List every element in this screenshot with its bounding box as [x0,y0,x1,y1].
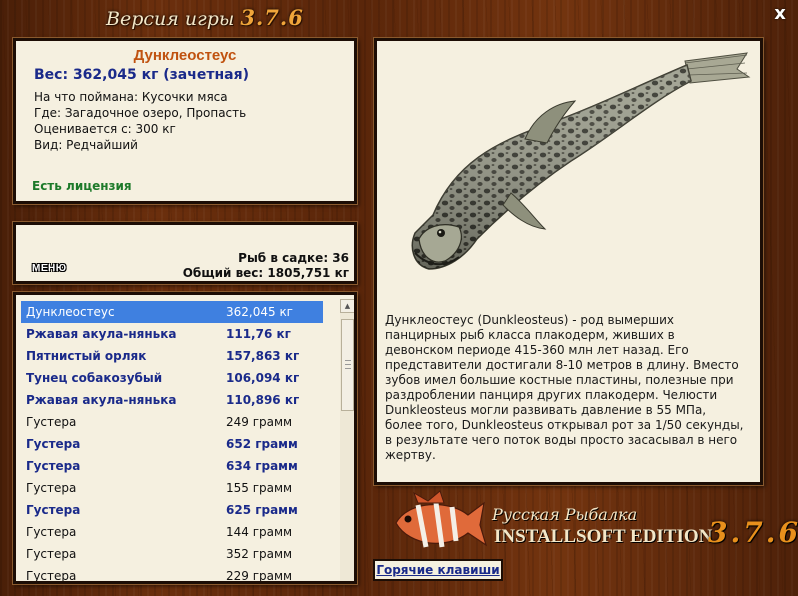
close-icon: x [774,3,786,24]
fish-count: Рыб в садке: 36 [238,251,349,265]
logo-fish-icon [395,490,488,548]
hotkeys-button[interactable]: Горячие клавиши [373,559,503,581]
catch-fish-weight: 249 грамм [226,415,293,429]
dunkleosteus-illustration [411,52,751,270]
catch-fish-weight: 229 грамм [226,569,293,583]
scroll-thumb[interactable] [341,319,354,411]
catch-fish-weight: 155 грамм [226,481,293,495]
fish-picture-panel: Дунклеостеус (Dunkleosteus) - род вымерш… [374,38,763,485]
logo-line1: Русская Рыбалка [492,505,638,524]
fish-info-panel: Дунклеостеус Вес: 362,045 кг (зачетная) … [13,38,357,204]
menu-button[interactable]: МЕНЮ [32,263,67,274]
catch-list-row[interactable]: Густера 352 грамм [21,543,323,565]
fish-bait: На что поймана: Кусочки мяса [34,90,228,104]
fish-value: Оценивается с: 300 кг [34,122,176,136]
fish-rarity: Вид: Редчайший [34,138,138,152]
fish-weight: Вес: 362,045 кг (зачетная) [34,67,249,83]
catch-fish-name: Густера [26,547,77,561]
catch-fish-name: Густера [26,481,77,495]
catch-fish-name: Густера [26,569,77,583]
catch-fish-name: Густера [26,459,81,473]
catch-list-row[interactable]: Густера 625 грамм [21,499,323,521]
window-title-text: Версия игры [106,8,235,30]
catch-fish-weight: 625 грамм [226,503,298,517]
fish-description: Дунклеостеус (Dunkleosteus) - род вымерш… [385,313,744,462]
catch-fish-weight: 652 грамм [226,437,298,451]
catch-fish-weight: 106,094 кг [226,371,300,385]
catch-fish-name: Густера [26,415,77,429]
catch-fish-weight: 111,76 кг [226,327,291,341]
catch-list-row[interactable]: Густера 229 грамм [21,565,323,583]
catch-list-row[interactable]: Густера 144 грамм [21,521,323,543]
scroll-up-icon[interactable]: ▲ [340,299,354,313]
catch-fish-name: Густера [26,437,81,451]
catch-list-row[interactable]: Пятнистый орляк 157,863 кг [21,345,323,367]
catch-fish-weight: 157,863 кг [226,349,300,363]
catch-list-row[interactable]: Тунец собакозубый 106,094 кг [21,367,323,389]
catch-fish-weight: 144 грамм [226,525,293,539]
catch-list-row[interactable]: Густера 634 грамм [21,455,323,477]
catch-list-row[interactable]: Густера 652 грамм [21,433,323,455]
window-title: Версия игры 3.7.6 [106,5,304,33]
catch-list-row[interactable]: Ржавая акула-нянька 111,76 кг [21,323,323,345]
catch-fish-weight: 634 грамм [226,459,298,473]
total-weight: Общий вес: 1805,751 кг [182,266,349,280]
logo-version: 3.7.6 [708,516,798,549]
license-status: Есть лицензия [32,179,132,193]
catch-list: Дунклеостеус 362,045 кг Ржавая акула-няньк… [13,292,357,584]
catch-list-row[interactable]: Густера 249 грамм [21,411,323,433]
catch-list-row[interactable]: Дунклеостеус 362,045 кг [21,301,323,323]
catch-list-row[interactable]: Ржавая акула-нянька 110,896 кг [21,389,323,411]
close-button[interactable]: x [770,4,790,24]
catch-fish-weight: 352 грамм [226,547,293,561]
window-title-version: 3.7.6 [240,5,304,30]
catch-list-scrollbar[interactable]: ▲ [340,299,354,581]
fish-location: Где: Загадочное озеро, Пропасть [34,106,247,120]
catch-fish-name: Дунклеостеус [26,305,115,319]
logo-line2: INSTALLSOFT EDITION [494,526,713,547]
catch-list-row[interactable]: Густера 155 грамм [21,477,323,499]
catch-fish-name: Густера [26,503,81,517]
catch-fish-name: Ржавая акула-нянька [26,393,177,407]
game-logo: Русская Рыбалка INSTALLSOFT EDITION 3.7.… [388,489,798,559]
catch-fish-name: Тунец собакозубый [26,371,163,385]
catch-fish-name: Пятнистый орляк [26,349,147,363]
catch-fish-weight: 362,045 кг [226,305,293,319]
fish-name: Дунклеостеус [133,47,237,64]
catch-fish-weight: 110,896 кг [226,393,300,407]
keepnet-stats-panel: МЕНЮ Рыб в садке: 36 Общий вес: 1805,751… [13,222,357,284]
catch-fish-name: Ржавая акула-нянька [26,327,177,341]
catch-fish-name: Густера [26,525,77,539]
